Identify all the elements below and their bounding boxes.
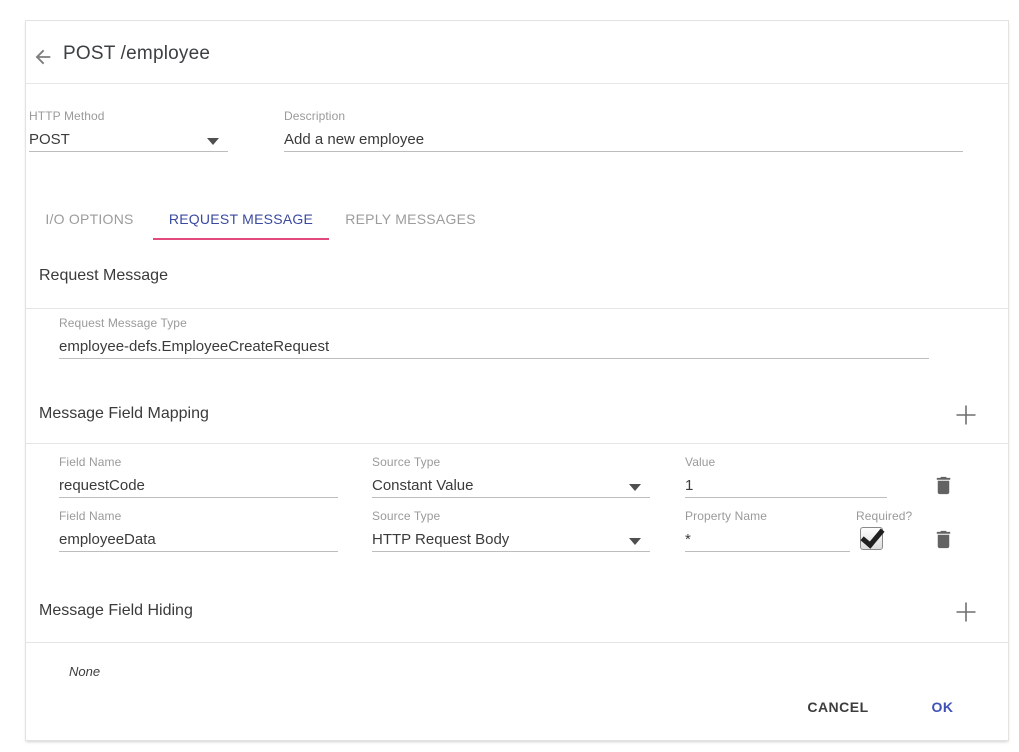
field-name-input[interactable]: Field Name employeeData xyxy=(59,509,338,552)
request-message-type-label: Request Message Type xyxy=(59,316,929,330)
request-message-heading: Request Message xyxy=(39,267,168,285)
endpoint-dialog: POST /employee HTTP Method POST Descript… xyxy=(25,20,1009,741)
source-type-label: Source Type xyxy=(372,455,650,469)
field-name-input[interactable]: Field Name requestCode xyxy=(59,455,338,498)
field-underline xyxy=(59,551,338,552)
source-type-select[interactable]: Source Type HTTP Request Body xyxy=(372,509,650,552)
value-input[interactable]: Value 1 xyxy=(685,455,887,498)
add-field-hiding-button[interactable] xyxy=(953,599,979,625)
value-label: Value xyxy=(685,455,887,469)
field-hiding-empty-text: None xyxy=(69,664,100,679)
plus-icon xyxy=(955,601,977,623)
field-underline xyxy=(59,497,338,498)
request-message-type-field[interactable]: Request Message Type employee-defs.Emplo… xyxy=(59,316,929,359)
cancel-button[interactable]: CANCEL xyxy=(788,689,888,725)
source-type-select[interactable]: Source Type Constant Value xyxy=(372,455,650,498)
field-name-label: Field Name xyxy=(59,509,338,523)
value-value: 1 xyxy=(685,477,887,494)
dropdown-arrow-icon[interactable] xyxy=(629,484,641,491)
tab-bar: I/O OPTIONS REQUEST MESSAGE REPLY MESSAG… xyxy=(26,193,492,240)
request-message-type-value: employee-defs.EmployeeCreateRequest xyxy=(59,338,929,355)
trash-icon xyxy=(932,474,955,497)
page-title: POST /employee xyxy=(63,43,210,65)
property-name-input[interactable]: Property Name * xyxy=(685,509,850,552)
add-field-mapping-button[interactable] xyxy=(953,402,979,428)
required-label: Required? xyxy=(856,509,912,523)
request-message-type-underline xyxy=(59,358,929,359)
tab-reply-messages-label: REPLY MESSAGES xyxy=(345,211,476,227)
source-type-value: HTTP Request Body xyxy=(372,531,650,548)
back-button[interactable] xyxy=(30,44,56,70)
description-field[interactable]: Description Add a new employee xyxy=(284,109,963,152)
section-divider xyxy=(26,308,1008,309)
http-method-select[interactable]: HTTP Method POST xyxy=(29,109,228,152)
header-divider xyxy=(26,83,1008,84)
checkmark-icon xyxy=(860,523,884,548)
field-name-label: Field Name xyxy=(59,455,338,469)
property-name-label: Property Name xyxy=(685,509,850,523)
delete-mapping-row-button[interactable] xyxy=(932,474,955,497)
ok-button[interactable]: OK xyxy=(911,689,974,725)
active-tab-indicator xyxy=(153,238,329,240)
tab-io-options-label: I/O OPTIONS xyxy=(45,211,133,227)
tab-reply-messages[interactable]: REPLY MESSAGES xyxy=(329,193,492,240)
http-method-underline xyxy=(29,151,228,152)
trash-icon xyxy=(932,528,955,551)
plus-icon xyxy=(955,404,977,426)
tab-request-message[interactable]: REQUEST MESSAGE xyxy=(153,193,329,240)
arrow-back-icon xyxy=(32,46,54,68)
dropdown-arrow-icon[interactable] xyxy=(207,138,219,145)
field-underline xyxy=(685,551,850,552)
http-method-value: POST xyxy=(29,131,228,148)
field-mapping-heading: Message Field Mapping xyxy=(39,405,209,423)
tab-request-message-label: REQUEST MESSAGE xyxy=(169,211,313,227)
delete-mapping-row-button[interactable] xyxy=(932,528,955,551)
description-label: Description xyxy=(284,109,963,123)
property-name-value: * xyxy=(685,531,850,548)
field-underline xyxy=(372,551,650,552)
field-name-value: requestCode xyxy=(59,477,338,494)
section-divider xyxy=(26,642,1008,643)
dropdown-arrow-icon[interactable] xyxy=(629,538,641,545)
source-type-label: Source Type xyxy=(372,509,650,523)
source-type-value: Constant Value xyxy=(372,477,650,494)
field-underline xyxy=(372,497,650,498)
field-hiding-heading: Message Field Hiding xyxy=(39,602,193,620)
required-checkbox[interactable] xyxy=(860,527,883,550)
tab-io-options[interactable]: I/O OPTIONS xyxy=(26,193,153,240)
description-underline xyxy=(284,151,963,152)
http-method-label: HTTP Method xyxy=(29,109,228,123)
section-divider xyxy=(26,443,1008,444)
page: POST /employee HTTP Method POST Descript… xyxy=(0,0,1019,752)
description-value: Add a new employee xyxy=(284,131,963,148)
field-underline xyxy=(685,497,887,498)
field-name-value: employeeData xyxy=(59,531,338,548)
